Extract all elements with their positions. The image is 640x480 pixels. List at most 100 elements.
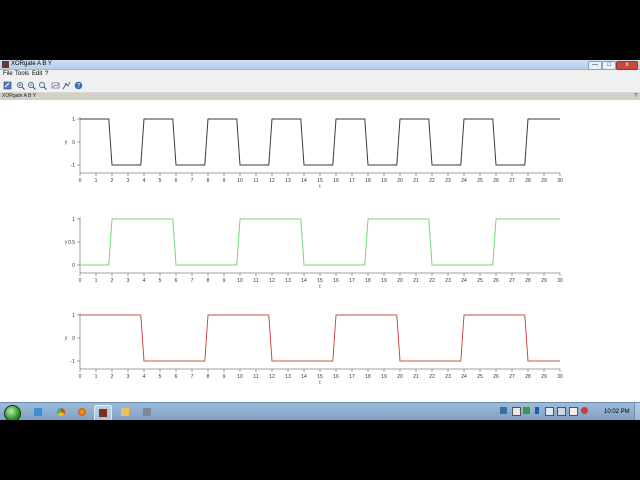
x-tick-label: 18	[365, 278, 371, 284]
x-tick-label: 2	[111, 278, 114, 284]
title-bar[interactable]: XORgate A B Y — □ x	[0, 60, 640, 70]
maximize-button[interactable]: □	[602, 61, 616, 70]
x-tick-label: 20	[397, 374, 403, 380]
x-tick-label: 25	[477, 278, 483, 284]
taskbar-chrome[interactable]	[53, 405, 69, 419]
x-tick-label: 14	[301, 374, 307, 380]
menu-help[interactable]: ?	[45, 70, 48, 79]
x-axis-label: t	[319, 284, 321, 290]
x-tick-label: 8	[207, 374, 210, 380]
menu-bar: File Tools Edit ?	[0, 70, 640, 79]
menu-tools[interactable]: Tools	[15, 70, 29, 79]
series-line	[80, 314, 560, 362]
x-tick-label: 26	[493, 278, 499, 284]
x-tick-label: 25	[477, 178, 483, 184]
zoom-in-icon[interactable]	[16, 81, 25, 90]
minimize-button[interactable]: —	[588, 61, 602, 70]
x-tick-label: 2	[111, 178, 114, 184]
x-tick-label: 9	[223, 178, 226, 184]
power-icon[interactable]	[581, 407, 588, 414]
x-tick-label: 5	[159, 374, 162, 380]
menu-edit[interactable]: Edit	[32, 70, 42, 79]
taskbar: 10:02 PM	[0, 402, 640, 420]
x-tick-label: 6	[175, 374, 178, 380]
figure-help[interactable]: ?	[634, 93, 637, 100]
network-tray-icon[interactable]	[545, 407, 554, 416]
figure-bar: XORgate A B Y ?	[0, 93, 640, 100]
close-button[interactable]: x	[616, 61, 638, 70]
volume-icon[interactable]	[569, 407, 578, 416]
taskbar-scilab[interactable]	[94, 405, 112, 420]
x-tick-label: 19	[381, 278, 387, 284]
monitor-icon[interactable]	[557, 407, 566, 416]
x-tick-label: 1	[95, 178, 98, 184]
x-tick-label: 11	[253, 278, 258, 284]
x-tick-label: 29	[541, 178, 547, 184]
taskbar-clock[interactable]: 10:02 PM	[604, 403, 630, 420]
taskbar-network[interactable]	[139, 405, 155, 419]
x-tick-label: 8	[207, 278, 210, 284]
x-tick-label: 13	[285, 374, 291, 380]
x-tick-label: 3	[127, 178, 130, 184]
window-title: XORgate A B Y	[11, 61, 52, 67]
zoom-out-icon[interactable]	[27, 81, 36, 90]
plot-signal-y: 10-1y0 1 2 3 4 5 6 7 8 9 10 11 12 13 14 15 16 17 18 19 20 21 2…	[65, 313, 563, 386]
q-icon[interactable]	[523, 407, 530, 414]
menu-file[interactable]: File	[3, 70, 13, 79]
x-tick-label: 28	[525, 178, 531, 184]
x-tick-label: 1	[95, 374, 98, 380]
x-tick-label: 19	[381, 178, 387, 184]
taskbar-firefox[interactable]	[74, 405, 90, 419]
zoom-fit-icon[interactable]	[38, 81, 47, 90]
help-icon[interactable]: ?	[74, 81, 83, 90]
x-tick-label: 10	[237, 278, 243, 284]
rotate-icon[interactable]	[3, 81, 12, 90]
x-tick-label: 30	[557, 374, 563, 380]
y-tick-label: 0.5	[68, 240, 75, 246]
y-tick-label: 1	[72, 117, 75, 123]
x-tick-label: 9	[223, 374, 226, 380]
x-tick-label: 23	[445, 374, 451, 380]
x-tick-label: 14	[301, 278, 307, 284]
bluetooth-icon[interactable]	[535, 407, 539, 414]
x-tick-label: 5	[159, 178, 162, 184]
plot-area: 10-1y0 1 2 3 4 5 6 7 8 9 10 11 12 13 14 15 16 17 18 19 20 21 2…	[65, 117, 563, 386]
x-tick-label: 11	[253, 374, 258, 380]
x-tick-label: 29	[541, 374, 547, 380]
x-tick-label: 22	[429, 178, 435, 184]
x-tick-label: 27	[509, 178, 515, 184]
x-tick-label: 7	[191, 178, 194, 184]
x-tick-label: 26	[493, 178, 499, 184]
datatip-icon[interactable]	[51, 81, 60, 90]
x-tick-label: 30	[557, 278, 563, 284]
x-tick-label: 2	[111, 374, 114, 380]
x-tick-label: 28	[525, 278, 531, 284]
x-tick-label: 16	[333, 278, 339, 284]
x-tick-label: 0	[79, 278, 82, 284]
firefox-icon	[78, 408, 86, 416]
x-tick-label: 12	[269, 178, 275, 184]
series-line	[80, 118, 560, 166]
x-tick-label: 16	[333, 374, 339, 380]
flag-icon[interactable]	[500, 407, 507, 414]
graphic-edit-icon[interactable]	[62, 81, 71, 90]
x-tick-label: 0	[79, 374, 82, 380]
taskbar-explorer[interactable]	[30, 405, 46, 419]
x-tick-label: 13	[285, 178, 291, 184]
scilab-icon	[99, 409, 107, 417]
x-tick-label: 23	[445, 178, 451, 184]
taskbar-folder[interactable]	[117, 405, 133, 419]
x-tick-label: 28	[525, 374, 531, 380]
show-desktop-button[interactable]	[634, 403, 640, 420]
x-tick-label: 17	[349, 374, 355, 380]
scilab-app-icon	[2, 61, 9, 68]
x-tick-label: 29	[541, 278, 547, 284]
x-tick-label: 19	[381, 374, 387, 380]
start-button[interactable]	[4, 405, 21, 420]
figure-title: XORgate A B Y	[2, 93, 37, 99]
x-tick-label: 6	[175, 278, 178, 284]
x-tick-label: 30	[557, 178, 563, 184]
y-tick-label: -1	[71, 359, 76, 365]
network-icon	[143, 408, 151, 416]
battery-icon[interactable]	[512, 407, 521, 416]
